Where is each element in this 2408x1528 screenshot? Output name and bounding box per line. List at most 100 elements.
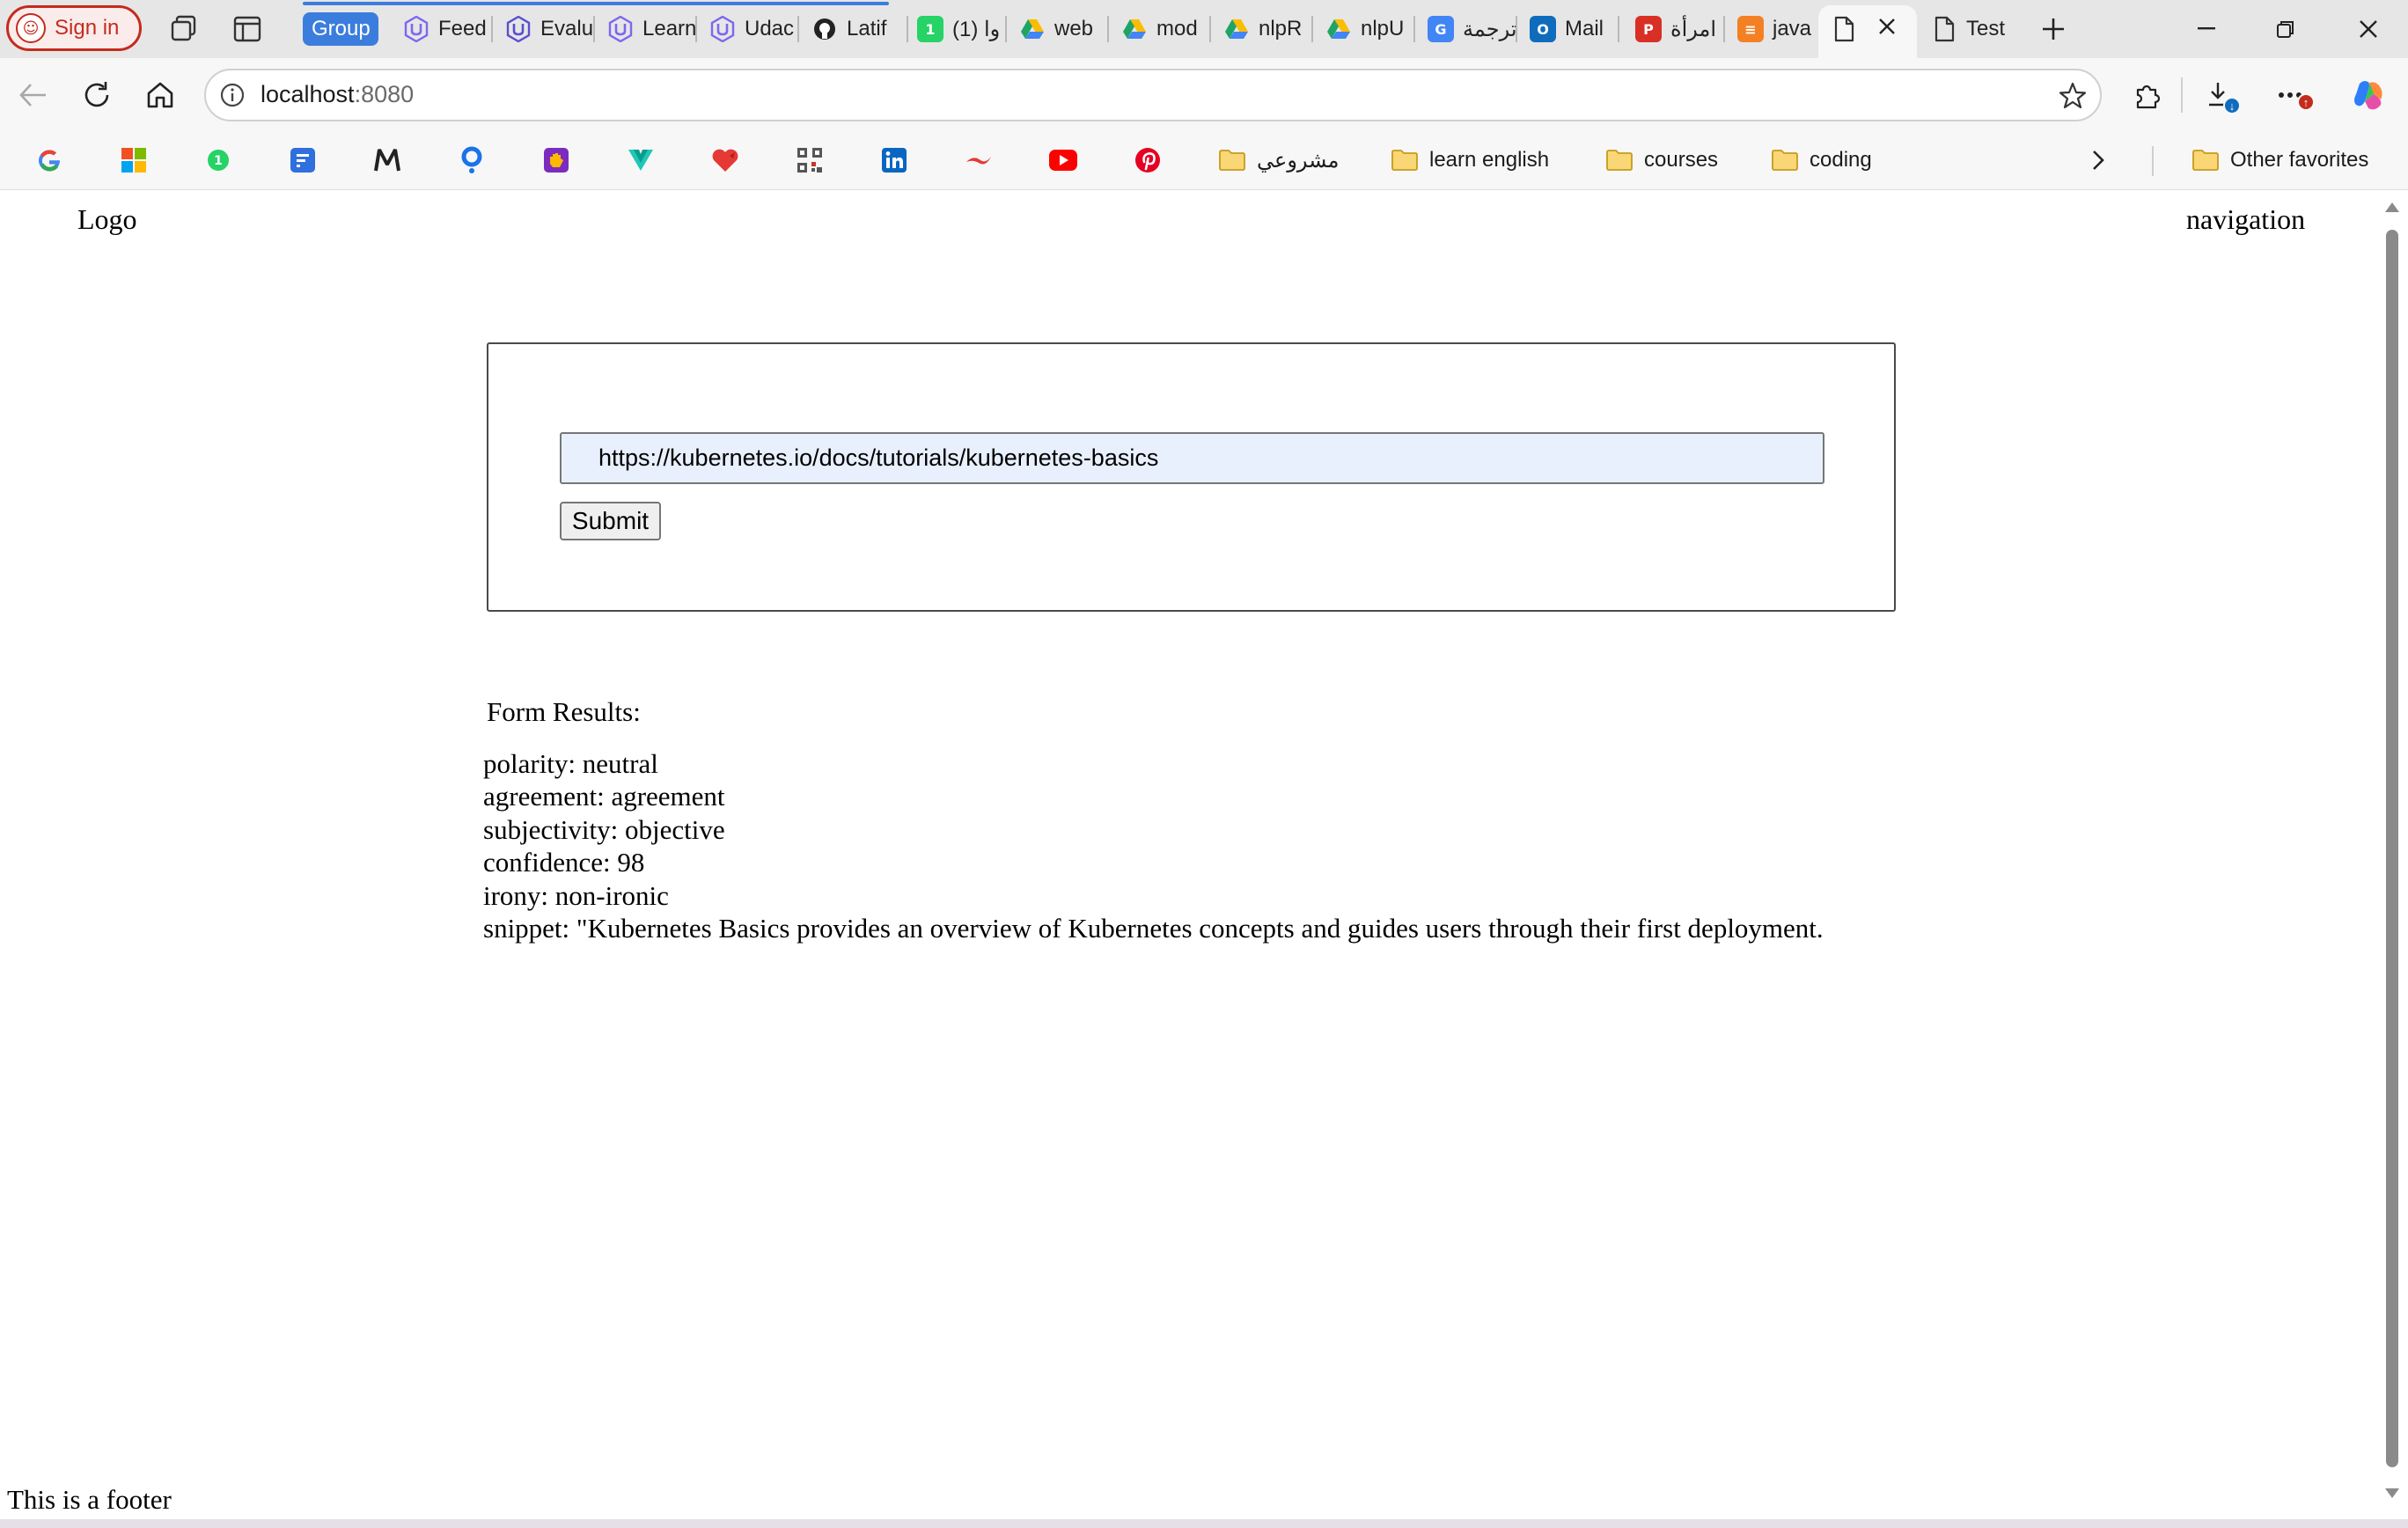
folder-learn-english[interactable]: learn english [1391,143,1549,178]
url-port: :8080 [354,81,415,107]
downloads-icon[interactable]: ↓ [2199,74,2241,116]
browser-tab[interactable]: Feed [398,9,493,49]
url-input[interactable] [560,432,1824,484]
minimize-button[interactable] [2176,9,2237,49]
whatsapp-icon[interactable]: 1 [202,144,234,176]
udacity-icon [403,16,429,42]
medium-icon[interactable] [371,144,403,176]
signin-button[interactable]: ☺ Sign in [6,5,142,51]
workspaces-icon[interactable] [165,11,202,48]
browser-tab[interactable]: web [1014,9,1109,49]
youtube-icon[interactable] [1047,144,1079,176]
drive-icon [1019,16,1046,42]
vertical-tabs-icon[interactable] [229,11,266,48]
browser-tab[interactable]: Learn [602,9,697,49]
browser-tab[interactable]: ≡ java [1732,9,1820,49]
address-bar[interactable]: localhost:8080 [204,69,2102,121]
folder-coding[interactable]: coding [1771,143,1872,178]
browser-tab[interactable]: Udac [704,9,799,49]
microsoft-icon[interactable] [118,144,150,176]
result-irony: irony: non-ironic [483,879,669,911]
browser-tab[interactable]: Evalu [500,9,595,49]
tab-title: Feed [438,17,487,40]
home-button[interactable] [139,74,181,116]
toolbar-divider [2181,77,2183,113]
browser-tab[interactable] [1825,9,1913,49]
pinterest-icon[interactable] [1132,144,1164,176]
scroll-down-arrow-icon[interactable] [2383,1485,2401,1502]
browser-tab[interactable]: nlpU [1320,9,1415,49]
browser-tab[interactable]: nlpR [1218,9,1313,49]
tab-separator [1209,16,1211,42]
result-agreement: agreement: agreement [483,781,725,812]
tab-separator [1723,16,1725,42]
browser-tab[interactable]: O Mail [1524,9,1619,49]
restore-button[interactable] [2255,9,2316,49]
tab-title: ترجمة [1463,17,1517,41]
back-button[interactable] [12,74,55,116]
scroll-up-arrow-icon[interactable] [2383,198,2401,216]
tab-title: Test [1966,17,2006,40]
stackoverflow-icon: ≡ [1737,16,1764,42]
browser-tab[interactable]: Latif [806,9,908,49]
copilot-icon[interactable] [2348,74,2390,116]
tab-title: nlpR [1259,17,1303,40]
extensions-icon[interactable] [2126,74,2169,116]
folder-my-project[interactable]: مشروعي [1218,143,1339,178]
browser-tab[interactable]: 1 (1) وا [912,9,1007,49]
browser-tab[interactable]: mod [1116,9,1211,49]
site-navigation[interactable]: navigation [2186,203,2305,236]
tab-separator [593,16,595,42]
close-tab-icon[interactable] [1878,17,1896,41]
browser-tab[interactable]: G ترجمة [1422,9,1517,49]
taskbar-edge [0,1519,2408,1528]
folder-other-favorites[interactable]: Other favorites [2191,143,2368,178]
browser-window: ☺ Sign in Group Feed Evalu Learn Udac Latif 1… [0,0,2408,1528]
hand-icon[interactable] [540,144,572,176]
browser-tab[interactable]: P امرأة [1630,9,1725,49]
tab-title: امرأة [1670,17,1717,41]
vuetify-icon[interactable] [625,144,657,176]
url-host: localhost [261,81,355,107]
vertical-scrollbar[interactable] [2376,191,2408,1528]
refresh-button[interactable] [76,74,118,116]
result-subjectivity: subjectivity: objective [483,813,725,845]
forms-icon[interactable] [287,144,319,176]
tab-title: Evalu [540,17,594,40]
page-viewport: Logo navigation Submit Form Results: pol… [0,191,2408,1528]
settings-more-icon[interactable]: ↑ [2271,74,2315,116]
result-confidence: confidence: 98 [483,847,645,878]
scrollbar-thumb[interactable] [2386,230,2398,1467]
whatsapp-icon: 1 [917,16,943,42]
airline-icon[interactable] [963,144,995,176]
folder-courses[interactable]: courses [1605,143,1718,178]
browser-tab[interactable]: Test [1926,9,2024,49]
tab-title: java [1773,17,1812,40]
google-icon[interactable] [33,144,65,176]
tab-strip: ☺ Sign in Group Feed Evalu Learn Udac Latif 1… [0,0,2408,58]
folder-label: coding [1810,148,1872,172]
new-tab-button[interactable] [2035,11,2072,48]
profile-icon: ☺ [16,13,46,43]
outlook-icon: O [1530,16,1556,42]
chevron-right-icon[interactable] [2082,144,2114,176]
linkedin-icon[interactable] [878,144,910,176]
tab-separator [1107,16,1109,42]
tab-group-chip[interactable]: Group [303,12,378,46]
result-snippet: snippet: "Kubernetes Basics provides an … [483,913,1824,944]
close-window-button[interactable] [2338,9,2399,49]
pdf-icon: P [1635,16,1662,42]
update-badge: ↑ [2297,93,2315,111]
site-info-icon[interactable] [217,79,248,111]
folder-label: مشروعي [1257,148,1340,173]
favorite-star-icon[interactable] [2056,79,2089,113]
site-logo[interactable]: Logo [77,203,137,236]
qr-code-icon[interactable] [794,144,826,176]
heart-icon[interactable] [709,144,741,176]
location-pin-icon[interactable] [456,144,488,176]
page-icon [1931,16,1957,42]
folder-label: learn english [1429,148,1550,172]
tab-group-label: Group [312,17,371,40]
submit-button[interactable]: Submit [560,502,661,540]
tab-separator [695,16,697,42]
